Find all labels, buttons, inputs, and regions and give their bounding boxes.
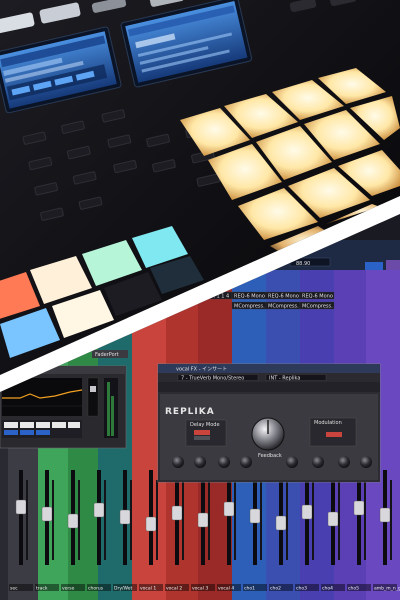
photo-collage: 88.90 NoEx 1 1 4 REQ-6 Mono REQ-6 Mono R… xyxy=(0,0,400,600)
diagonal-divider xyxy=(0,196,400,392)
